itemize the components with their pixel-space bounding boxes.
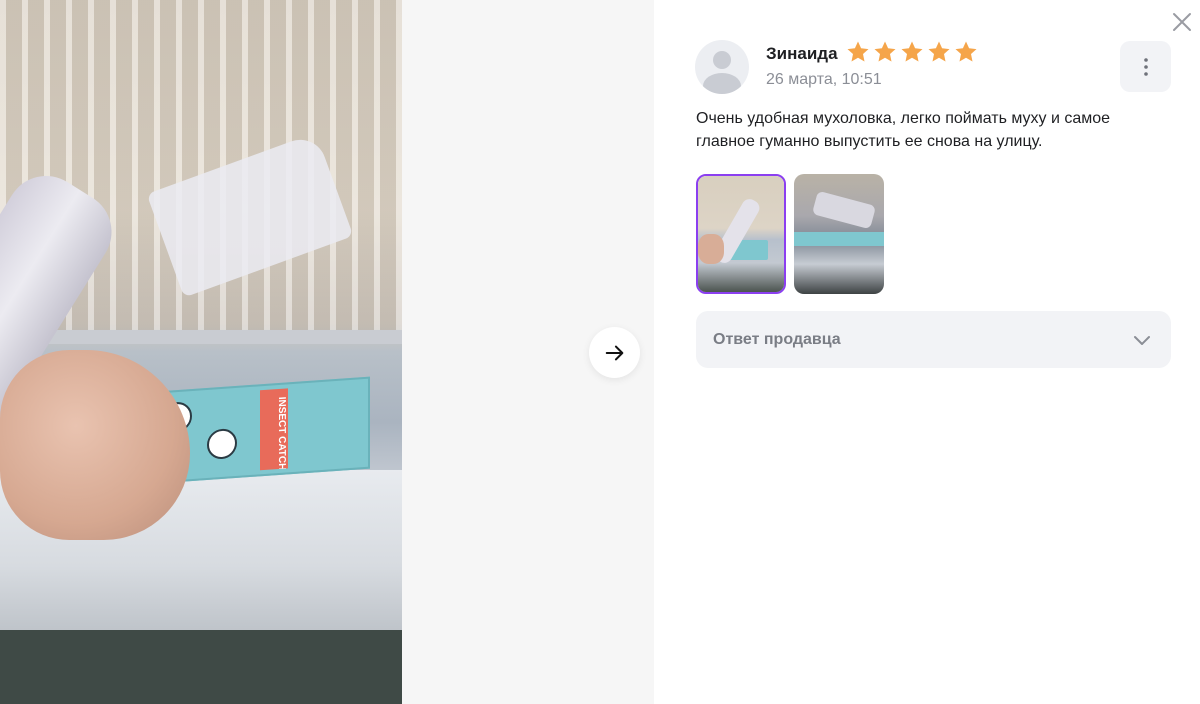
- seller-reply-toggle[interactable]: Ответ продавца: [696, 311, 1171, 368]
- hand: [0, 350, 190, 540]
- thumbnail-image: [698, 176, 784, 292]
- review-date: 26 марта, 10:51: [766, 71, 882, 88]
- rating-stars: [846, 40, 978, 64]
- user-placeholder-icon: [703, 51, 741, 94]
- star-icon: [954, 40, 978, 64]
- next-photo-button[interactable]: [589, 327, 640, 378]
- star-icon: [873, 40, 897, 64]
- more-vertical-icon: [1143, 57, 1148, 76]
- star-icon: [900, 40, 924, 64]
- box-label-text: INSECT CATCHER: [276, 396, 287, 485]
- review-thumbnail-selected[interactable]: [696, 174, 786, 294]
- close-icon: [1173, 13, 1191, 31]
- avatar: [695, 40, 749, 94]
- box-icon-circle: [207, 427, 237, 461]
- media-viewer: INSECT CATCHER: [0, 0, 654, 704]
- star-icon: [846, 40, 870, 64]
- svg-text:INSECT CATCHER: INSECT CATCHER: [276, 396, 287, 470]
- review-author: Зинаида: [766, 44, 838, 63]
- seller-reply-label: Ответ продавца: [713, 330, 841, 348]
- close-button[interactable]: [1168, 8, 1196, 36]
- review-thumbnail[interactable]: [794, 174, 884, 294]
- thumbnail-image: [794, 174, 884, 294]
- chevron-down-icon: [1134, 335, 1150, 345]
- arrow-right-icon: [605, 345, 623, 360]
- photo-bottom-area: [0, 630, 402, 704]
- star-icon: [927, 40, 951, 64]
- review-text: Очень удобная мухоловка, легко поймать м…: [696, 110, 1111, 150]
- review-photo-main: INSECT CATCHER: [0, 0, 402, 704]
- window-sill: [0, 330, 402, 344]
- box-label: INSECT CATCHER: [260, 388, 288, 485]
- more-options-button[interactable]: [1120, 41, 1171, 92]
